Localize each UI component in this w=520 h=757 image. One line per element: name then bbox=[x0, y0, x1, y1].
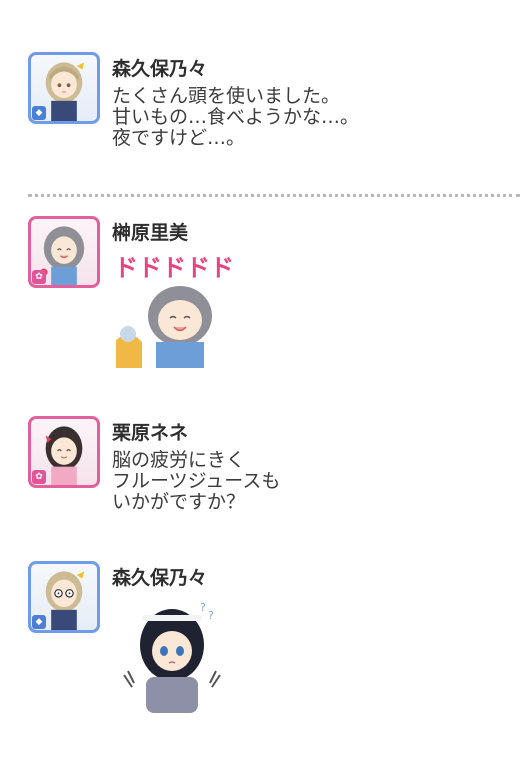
flower-icon: ✿ bbox=[32, 470, 46, 484]
author-name: 森久保乃々 bbox=[112, 567, 208, 589]
divider bbox=[28, 194, 520, 197]
message-line: 夜ですけど…。 bbox=[112, 127, 246, 149]
diamond-icon: ◆ bbox=[32, 106, 46, 120]
message-line: 脳の疲労にきく bbox=[112, 449, 246, 471]
diamond-icon: ◆ bbox=[32, 615, 46, 629]
message-text: 脳の疲労にきく フルーツジュースも いかがですか？ bbox=[112, 450, 280, 513]
sticker-image[interactable]: ドドドドド bbox=[112, 250, 234, 372]
author-name: 栗原ネネ bbox=[112, 422, 189, 444]
svg-text:?: ? bbox=[208, 609, 214, 622]
message-line: いかがですか？ bbox=[112, 491, 246, 513]
message-line: フルーツジュースも bbox=[112, 470, 281, 492]
sticker-caption: ドドドドド bbox=[114, 254, 234, 282]
message-text: たくさん頭を使いました。 甘いもの…食べようかな…。 夜ですけど…。 bbox=[112, 86, 359, 149]
svg-text:?: ? bbox=[200, 601, 206, 614]
avatar[interactable]: ◆ bbox=[28, 52, 100, 124]
sticker-image[interactable]: ? ? bbox=[112, 595, 234, 717]
flower-icon: ✿ bbox=[32, 270, 46, 284]
avatar[interactable]: ◆ bbox=[28, 561, 100, 633]
author-name: 森久保乃々 bbox=[112, 58, 208, 80]
avatar[interactable]: ✿ bbox=[28, 416, 100, 488]
message-line: 甘いもの…食べようかな…。 bbox=[112, 106, 360, 128]
avatar[interactable]: ✿ bbox=[28, 216, 100, 288]
message-line: たくさん頭を使いました。 bbox=[112, 85, 341, 107]
author-name: 榊原里美 bbox=[112, 222, 189, 244]
